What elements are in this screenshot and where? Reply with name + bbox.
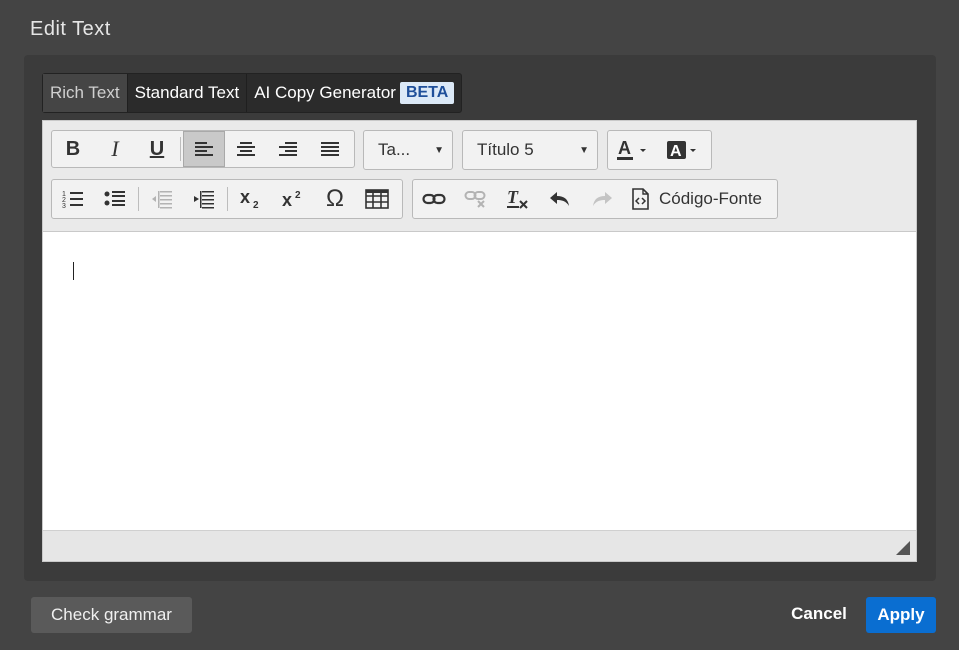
cancel-button[interactable]: Cancel xyxy=(780,597,858,631)
apply-button[interactable]: Apply xyxy=(866,597,936,633)
source-code-button[interactable]: Código-Fonte xyxy=(623,181,770,217)
tab-label: Standard Text xyxy=(134,83,240,102)
highlight-color-icon: A xyxy=(667,141,696,160)
indent-icon xyxy=(194,191,214,209)
svg-text:2: 2 xyxy=(253,200,259,210)
clear-formatting-icon: T xyxy=(507,188,528,209)
editor-mode-tabs: Rich Text Standard Text AI Copy Generato… xyxy=(42,73,463,113)
block-format-value: Título 5 xyxy=(477,140,534,159)
superscript-icon: x 2 xyxy=(282,190,301,210)
tab-label: Rich Text xyxy=(50,83,120,102)
rich-text-editor: B I U Ta... ▼ Título 5 ▼ A A 1 2 3 x 2 x… xyxy=(42,120,917,562)
check-grammar-button[interactable]: Check grammar xyxy=(31,597,192,633)
link-icon xyxy=(422,193,446,205)
align-right-icon xyxy=(279,142,297,156)
svg-text:T: T xyxy=(507,188,519,207)
align-right-button[interactable] xyxy=(267,131,309,167)
svg-text:3: 3 xyxy=(62,203,66,209)
align-left-button[interactable] xyxy=(183,131,225,167)
undo-icon xyxy=(550,192,569,206)
subscript-icon: x 2 xyxy=(240,188,259,210)
numbered-list-button[interactable]: 123 xyxy=(52,181,94,217)
svg-text:A: A xyxy=(670,143,682,160)
numbered-list-icon: 123 xyxy=(62,191,83,209)
tab-standard-text[interactable]: Standard Text xyxy=(128,74,248,112)
editor-statusbar xyxy=(43,530,916,561)
source-code-icon xyxy=(632,188,649,210)
beta-badge: BETA xyxy=(399,82,455,104)
undo-button[interactable] xyxy=(539,181,581,217)
indent-button[interactable] xyxy=(183,181,225,217)
editor-content-area[interactable] xyxy=(43,232,916,531)
table-icon xyxy=(365,189,389,209)
chevron-down-icon: ▼ xyxy=(579,144,589,156)
outdent-button[interactable] xyxy=(141,181,183,217)
omega-icon: Ω xyxy=(326,185,344,212)
superscript-button[interactable]: x 2 xyxy=(272,181,314,217)
svg-text:x: x xyxy=(282,190,292,210)
toolbar-divider xyxy=(180,137,181,161)
bold-button[interactable]: B xyxy=(52,131,94,167)
subscript-button[interactable]: x 2 xyxy=(230,181,272,217)
text-cursor xyxy=(73,262,74,280)
toolbar-divider xyxy=(138,187,139,211)
tab-label: AI Copy Generator xyxy=(254,83,396,102)
editor-toolbar: B I U Ta... ▼ Título 5 ▼ A A 1 2 3 x 2 x… xyxy=(43,121,916,232)
bullet-list-button[interactable] xyxy=(94,181,136,217)
format-group: B I U xyxy=(51,130,355,168)
dialog-title: Edit Text xyxy=(30,18,111,40)
tab-ai-copy-generator[interactable]: AI Copy Generator BETA xyxy=(247,74,461,112)
chevron-down-icon: ▼ xyxy=(434,144,444,156)
italic-button[interactable]: I xyxy=(94,131,136,167)
editor-panel: Rich Text Standard Text AI Copy Generato… xyxy=(24,55,936,581)
tab-rich-text[interactable]: Rich Text xyxy=(43,74,128,112)
clear-formatting-button[interactable]: T xyxy=(497,181,539,217)
background-color-button[interactable]: A xyxy=(658,132,708,168)
text-color-icon: A xyxy=(617,138,646,160)
align-justify-button[interactable] xyxy=(309,131,351,167)
underline-button[interactable]: U xyxy=(136,131,178,167)
align-left-icon xyxy=(195,142,213,156)
align-center-icon xyxy=(237,142,255,156)
source-code-label: Código-Fonte xyxy=(659,189,763,208)
color-group: A A xyxy=(607,130,712,170)
resize-handle-icon[interactable] xyxy=(896,541,910,555)
font-size-select[interactable]: Ta... ▼ xyxy=(363,130,453,170)
font-size-value: Ta... xyxy=(378,140,411,159)
insert-group: T Código-Fonte xyxy=(412,179,778,219)
link-button[interactable] xyxy=(413,181,455,217)
unlink-button[interactable] xyxy=(455,181,497,217)
block-format-select[interactable]: Título 5 ▼ xyxy=(462,130,598,170)
bullet-list-icon xyxy=(104,191,125,206)
special-character-button[interactable]: Ω xyxy=(314,181,356,217)
align-justify-icon xyxy=(321,142,339,156)
svg-text:A: A xyxy=(618,138,631,158)
redo-icon xyxy=(593,192,612,206)
unlink-icon xyxy=(464,191,486,208)
svg-text:2: 2 xyxy=(295,190,301,201)
redo-button[interactable] xyxy=(581,181,623,217)
text-color-button[interactable]: A xyxy=(608,132,658,168)
svg-text:x: x xyxy=(240,188,250,207)
outdent-icon xyxy=(152,191,172,209)
align-center-button[interactable] xyxy=(225,131,267,167)
toolbar-divider xyxy=(227,187,228,211)
list-group: 123 x 2 x 2 Ω xyxy=(51,179,403,219)
table-button[interactable] xyxy=(356,181,398,217)
